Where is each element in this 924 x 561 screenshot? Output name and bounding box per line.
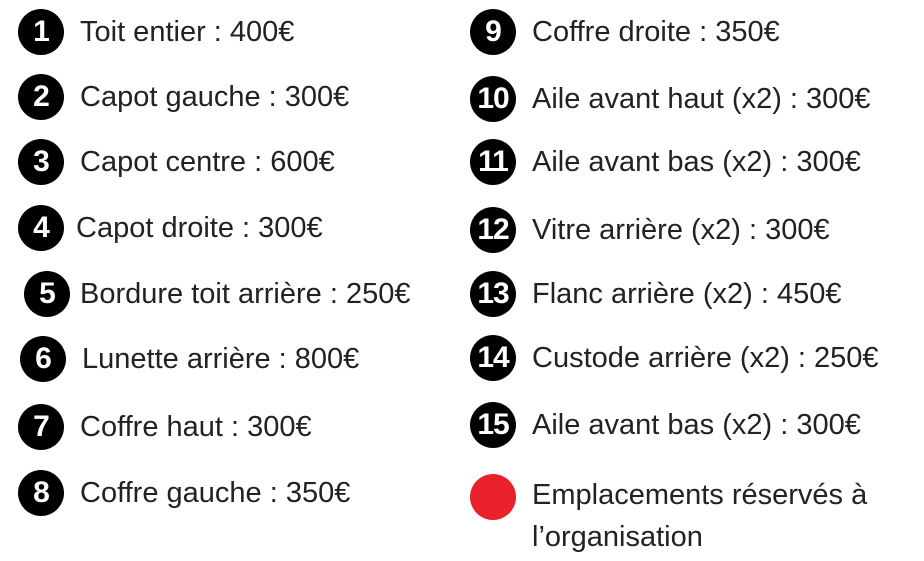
- number-badge: 1: [18, 9, 64, 55]
- item-label: Lunette arrière : 800€: [82, 342, 360, 375]
- list-item: 15 Aile avant bas (x2) : 300€: [470, 401, 861, 449]
- list-item: 3 Capot centre : 600€: [18, 138, 335, 186]
- item-label: Flanc arrière (x2) : 450€: [532, 277, 842, 310]
- item-label: Capot droite : 300€: [76, 211, 323, 244]
- list-item: 1 Toit entier : 400€: [18, 8, 294, 56]
- number-badge: 13: [470, 271, 516, 317]
- list-item: 10 Aile avant haut (x2) : 300€: [470, 75, 871, 123]
- number-badge: 6: [20, 336, 66, 382]
- legend-text: Emplacements réservés à l’organisation: [532, 474, 867, 558]
- item-label: Coffre gauche : 350€: [80, 476, 351, 509]
- list-item: 5 Bordure toit arrière : 250€: [24, 270, 410, 318]
- red-dot-icon: [470, 474, 516, 520]
- item-label: Toit entier : 400€: [80, 15, 295, 48]
- number-badge: 11: [470, 139, 516, 185]
- number-badge: 14: [470, 335, 516, 381]
- number-badge: 12: [470, 207, 516, 253]
- legend-line-1: Emplacements réservés à: [532, 479, 868, 511]
- item-label: Capot gauche : 300€: [80, 80, 350, 113]
- list-item: 8 Coffre gauche : 350€: [18, 469, 350, 517]
- number-badge: 8: [18, 470, 64, 516]
- list-item: 11 Aile avant bas (x2) : 300€: [470, 138, 861, 186]
- legend: Emplacements réservés à l’organisation: [470, 472, 867, 558]
- number-badge: 4: [18, 205, 64, 251]
- item-label: Vitre arrière (x2) : 300€: [532, 213, 830, 246]
- item-label: Coffre droite : 350€: [532, 15, 780, 48]
- list-item: 13 Flanc arrière (x2) : 450€: [470, 270, 841, 318]
- item-label: Capot centre : 600€: [80, 145, 335, 178]
- list-item: 12 Vitre arrière (x2) : 300€: [470, 206, 830, 254]
- number-badge: 2: [18, 74, 64, 120]
- item-label: Bordure toit arrière : 250€: [80, 277, 411, 310]
- item-label: Aile avant bas (x2) : 300€: [532, 145, 861, 178]
- number-badge: 10: [470, 76, 516, 122]
- list-item: 4 Capot droite : 300€: [18, 204, 323, 252]
- number-badge: 5: [24, 271, 70, 317]
- item-label: Aile avant haut (x2) : 300€: [532, 82, 871, 115]
- list-item: 2 Capot gauche : 300€: [18, 73, 349, 121]
- item-label: Custode arrière (x2) : 250€: [532, 341, 879, 374]
- legend-line-2: l’organisation: [532, 521, 703, 553]
- list-item: 9 Coffre droite : 350€: [470, 8, 780, 56]
- number-badge: 9: [470, 9, 516, 55]
- item-label: Coffre haut : 300€: [80, 410, 312, 443]
- list-item: 6 Lunette arrière : 800€: [20, 335, 359, 383]
- list-item: 7 Coffre haut : 300€: [18, 403, 312, 451]
- item-label: Aile avant bas (x2) : 300€: [532, 408, 861, 441]
- number-badge: 3: [18, 139, 64, 185]
- number-badge: 15: [470, 402, 516, 448]
- list-item: 14 Custode arrière (x2) : 250€: [470, 334, 879, 382]
- number-badge: 7: [18, 404, 64, 450]
